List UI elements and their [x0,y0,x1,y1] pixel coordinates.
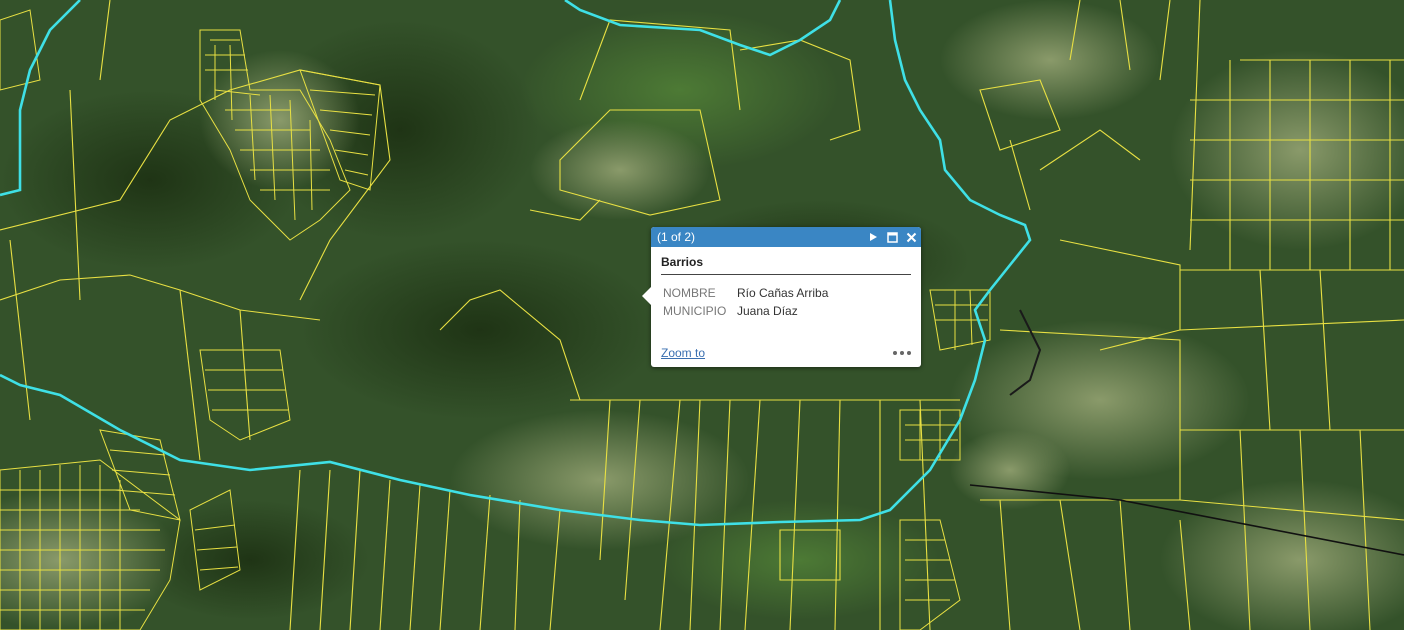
popup-controls [867,227,917,247]
popup-pointer [642,287,651,305]
layer-title: Barrios [661,255,911,275]
popup-pager: (1 of 2) [657,230,696,244]
popup-footer: Zoom to [661,345,911,361]
attribute-row: MUNICIPIO Juana Díaz [661,302,830,320]
close-icon[interactable] [905,231,917,243]
attribute-table: NOMBRE Río Cañas Arriba MUNICIPIO Juana … [661,284,830,320]
zoom-to-link[interactable]: Zoom to [661,346,705,360]
ellipsis-icon[interactable] [893,351,911,355]
attribute-key: MUNICIPIO [663,304,727,318]
popup-body: Barrios NOMBRE Río Cañas Arriba MUNICIPI… [651,247,921,320]
attribute-row: NOMBRE Río Cañas Arriba [661,284,830,302]
play-icon[interactable] [867,231,879,243]
maximize-icon[interactable] [886,231,898,243]
attribute-key: NOMBRE [663,286,716,300]
attribute-value: Juana Díaz [737,304,798,318]
attribute-value: Río Cañas Arriba [737,286,829,300]
popup-header: (1 of 2) [651,227,921,247]
feature-popup[interactable]: (1 of 2) Barrios NOMBRE Río Cañas Arriba… [642,227,921,367]
